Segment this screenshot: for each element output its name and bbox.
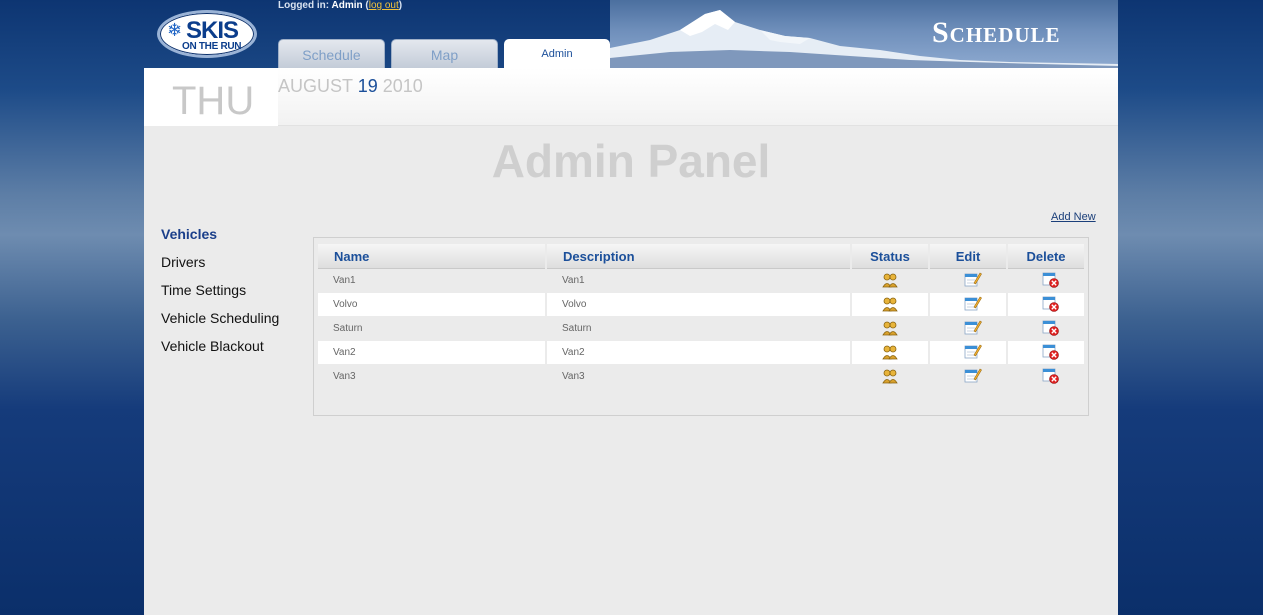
table-row: Van3 Van3: [318, 365, 1085, 389]
panel-title: Admin Panel: [491, 135, 771, 187]
vehicle-description: Saturn: [562, 323, 592, 334]
day-box: THU: [144, 68, 278, 126]
login-user: Admin: [331, 0, 363, 11]
status-cell: [852, 269, 928, 292]
column-header-description[interactable]: Description: [547, 244, 850, 269]
sidebar-item-vehicle-blackout[interactable]: Vehicle Blackout: [161, 338, 279, 366]
sidebar-item-vehicle-scheduling[interactable]: Vehicle Scheduling: [161, 310, 279, 338]
tab-map[interactable]: Map: [391, 39, 498, 68]
logout-link[interactable]: log out: [369, 0, 399, 11]
delete-cell: [1008, 317, 1084, 340]
login-status: Logged in: Admin (log out): [278, 0, 403, 11]
column-header-delete: Delete: [1008, 244, 1084, 269]
column-header-name[interactable]: Name: [318, 244, 545, 269]
vehicle-name: Van2: [318, 341, 545, 364]
edit-icon[interactable]: [964, 367, 982, 392]
login-prefix: Logged in:: [278, 0, 330, 11]
tab-schedule[interactable]: Schedule: [278, 39, 385, 68]
date-month: AUGUST: [278, 76, 353, 96]
snowflake-icon: ❄: [167, 20, 183, 40]
sidebar-item-vehicles[interactable]: Vehicles: [161, 226, 279, 254]
column-header-status: Status: [852, 244, 928, 269]
date-year: 2010: [382, 76, 423, 96]
date-day-number: 19: [357, 76, 378, 96]
vehicle-name: Van3: [333, 371, 356, 382]
edit-cell: [930, 269, 1006, 292]
table-row: Van1 Van1: [318, 269, 1085, 293]
edit-cell: [930, 317, 1006, 340]
vehicle-name: Saturn: [333, 323, 363, 334]
tab-admin[interactable]: Admin: [504, 39, 610, 68]
page-title: Schedule: [932, 16, 1061, 49]
admin-panel: THU AUGUST 19 2010 Admin Panel Add New V…: [144, 68, 1118, 615]
edit-cell: [930, 365, 1006, 388]
status-cell: [852, 341, 928, 364]
logo-subtext: ON THE RUN: [182, 41, 242, 52]
users-icon[interactable]: [882, 368, 898, 393]
date-display: AUGUST 19 2010: [278, 76, 423, 97]
table-row: Van2 Van2: [318, 341, 1085, 365]
delete-cell: [1008, 293, 1084, 316]
delete-cell: [1008, 269, 1084, 292]
status-cell: [852, 293, 928, 316]
vehicles-table: Name Description Status Edit Delete Van1…: [313, 237, 1089, 416]
table-row: Saturn Saturn: [318, 317, 1085, 341]
sidebar-item-drivers[interactable]: Drivers: [161, 254, 279, 282]
vehicle-name: Van1: [333, 275, 356, 286]
logo[interactable]: ❄ SKIS ON THE RUN: [157, 10, 257, 58]
sidebar-item-time-settings[interactable]: Time Settings: [161, 282, 279, 310]
vehicle-description: Volvo: [547, 293, 850, 316]
vehicle-description: Van2: [547, 341, 850, 364]
edit-cell: [930, 293, 1006, 316]
status-cell: [852, 365, 928, 388]
add-new-link[interactable]: Add New: [1051, 211, 1096, 223]
day-of-week: THU: [172, 79, 255, 123]
date-bar: THU AUGUST 19 2010: [144, 68, 1118, 126]
vehicle-description: Van3: [562, 371, 585, 382]
column-header-edit: Edit: [930, 244, 1006, 269]
sidebar: Vehicles Drivers Time Settings Vehicle S…: [161, 226, 279, 366]
vehicle-name: Volvo: [318, 293, 545, 316]
vehicle-description: Van1: [562, 275, 585, 286]
status-cell: [852, 317, 928, 340]
delete-icon[interactable]: [1042, 368, 1060, 393]
delete-cell: [1008, 365, 1084, 388]
delete-cell: [1008, 341, 1084, 364]
edit-cell: [930, 341, 1006, 364]
table-row: Volvo Volvo: [318, 293, 1085, 317]
